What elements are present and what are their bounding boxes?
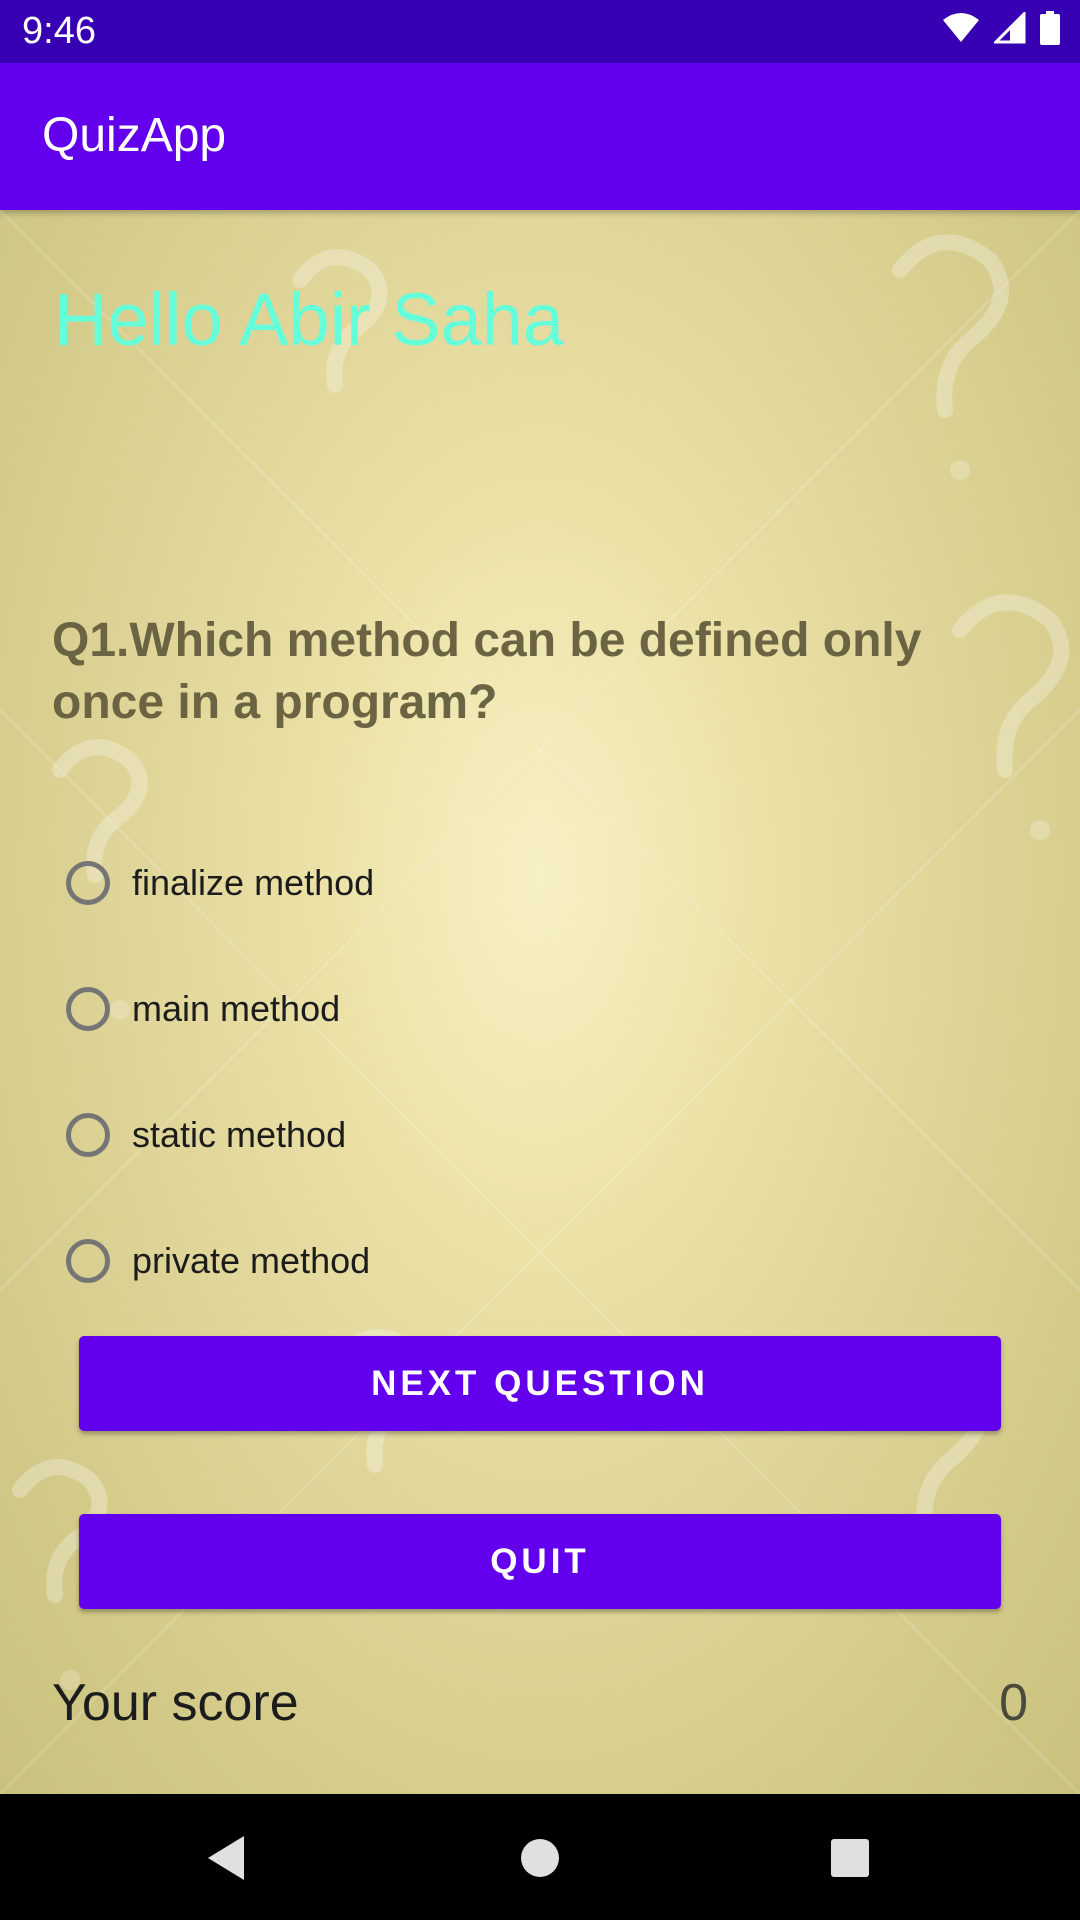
radio-button-icon[interactable] <box>66 861 110 905</box>
battery-icon <box>1040 11 1060 49</box>
back-icon[interactable] <box>196 1828 256 1888</box>
radio-button-icon[interactable] <box>66 987 110 1031</box>
radio-button-icon[interactable] <box>66 1239 110 1283</box>
option-main-method[interactable]: main method <box>66 979 340 1039</box>
question-text: Q1.Which method can be defined only once… <box>52 614 922 729</box>
option-static-method[interactable]: static method <box>66 1105 346 1165</box>
quit-button[interactable]: QUIT <box>79 1514 1001 1609</box>
quiz-screen: 9:46 QuizApp Hello Abir Saha Q1.Which me… <box>0 0 1080 1920</box>
recents-icon[interactable] <box>820 1828 880 1888</box>
quiz-content: Hello Abir Saha Q1.Which method can be d… <box>0 210 1080 1794</box>
option-label: main method <box>132 988 341 1029</box>
status-time: 9:46 <box>22 10 96 52</box>
score-value: 0 <box>999 1674 1028 1732</box>
option-private-method[interactable]: private method <box>66 1231 370 1291</box>
option-label: static method <box>132 1114 347 1155</box>
status-bar: 9:46 <box>0 0 1080 63</box>
option-label: private method <box>132 1240 371 1281</box>
signal-icon <box>992 10 1026 48</box>
wifi-icon <box>942 12 980 48</box>
app-bar: QuizApp <box>0 63 1080 210</box>
greeting-text: Hello Abir Saha <box>54 278 565 361</box>
next-question-button[interactable]: NEXT QUESTION <box>79 1336 1001 1431</box>
app-title: QuizApp <box>42 109 227 162</box>
navigation-bar <box>0 1794 1080 1920</box>
option-label: finalize method <box>132 862 375 903</box>
status-icons <box>942 10 1060 49</box>
home-icon[interactable] <box>510 1828 570 1888</box>
radio-button-icon[interactable] <box>66 1113 110 1157</box>
option-finalize-method[interactable]: finalize method <box>66 853 374 913</box>
score-label: Your score <box>52 1674 299 1732</box>
